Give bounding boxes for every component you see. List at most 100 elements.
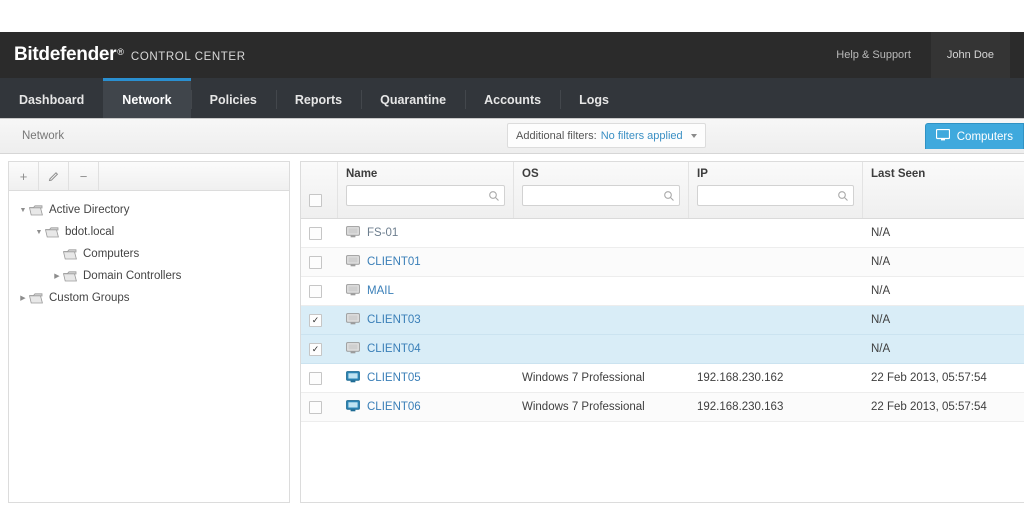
folder-icon xyxy=(63,270,77,282)
pencil-icon xyxy=(48,171,59,181)
remove-group-button[interactable]: − xyxy=(69,162,99,190)
tab-quarantine[interactable]: Quarantine xyxy=(361,78,465,118)
row-name-cell: CLIENT05 xyxy=(338,364,514,392)
endpoint-link[interactable]: CLIENT03 xyxy=(367,314,421,326)
tree-node-active-directory[interactable]: ▼ Active Directory xyxy=(9,199,289,221)
row-checkbox[interactable] xyxy=(309,371,322,385)
table-row[interactable]: CLIENT06 Windows 7 Professional 192.168.… xyxy=(301,393,1024,422)
monitor-offline-icon xyxy=(346,312,360,328)
row-checkbox-cell xyxy=(301,277,338,305)
tree-node-domain-controllers[interactable]: ▶ Domain Controllers xyxy=(9,265,289,287)
table-row[interactable]: CLIENT01 N/A xyxy=(301,248,1024,277)
chevron-down-icon[interactable]: ▼ xyxy=(17,207,29,214)
table-row[interactable]: ✓ CLIENT04 N/A xyxy=(301,335,1024,364)
monitor-offline-icon xyxy=(346,254,360,270)
registered-mark-icon: ® xyxy=(117,47,124,57)
row-ip-cell xyxy=(689,335,863,363)
table-row[interactable]: ✓ CLIENT03 N/A xyxy=(301,306,1024,335)
row-checkbox-cell: ✓ xyxy=(301,335,338,363)
chevron-right-icon[interactable]: ▶ xyxy=(51,272,63,280)
table-row[interactable]: CLIENT05 Windows 7 Professional 192.168.… xyxy=(301,364,1024,393)
computers-view-label: Computers xyxy=(956,130,1013,143)
endpoint-link[interactable]: FS-01 xyxy=(367,227,398,239)
row-checkbox-cell xyxy=(301,364,338,392)
tab-network[interactable]: Network xyxy=(103,78,191,118)
header-name: Name xyxy=(338,162,514,218)
control-center-window: Bitdefender ® CONTROL CENTER Help & Supp… xyxy=(0,0,1024,512)
tree-node-custom-groups[interactable]: ▶ Custom Groups xyxy=(9,287,289,309)
tab-policies[interactable]: Policies xyxy=(190,78,276,118)
row-checkbox[interactable] xyxy=(309,226,322,240)
logo-wordmark: Bitdefender xyxy=(14,44,117,65)
row-checkbox-cell: ✓ xyxy=(301,306,338,334)
row-last-seen-cell: N/A xyxy=(871,314,891,326)
header-actions: Help & Support John Doe xyxy=(820,32,1010,78)
folder-icon xyxy=(63,248,77,260)
header-os: OS xyxy=(514,162,689,218)
name-search-wrap xyxy=(346,185,505,206)
row-checkbox[interactable]: ✓ xyxy=(309,342,322,356)
tree-node-bdot-local[interactable]: ▼ bdot.local xyxy=(9,221,289,243)
tab-reports[interactable]: Reports xyxy=(275,78,361,118)
tree-node-label: Computers xyxy=(83,248,140,260)
search-icon[interactable] xyxy=(488,189,500,207)
tab-logs[interactable]: Logs xyxy=(560,78,628,118)
column-label-os: OS xyxy=(522,168,539,180)
row-os-cell xyxy=(514,219,689,247)
row-last-seen-cell: 22 Feb 2013, 05:57:54 xyxy=(871,401,987,413)
folder-icon xyxy=(45,226,59,238)
row-ip-cell: 192.168.230.162 xyxy=(697,372,784,384)
row-checkbox[interactable] xyxy=(309,255,322,269)
search-icon[interactable] xyxy=(663,189,675,207)
row-name-cell: FS-01 xyxy=(338,219,514,247)
select-all-checkbox[interactable] xyxy=(309,194,322,207)
table-row[interactable]: FS-01 N/A xyxy=(301,219,1024,248)
table-body: FS-01 N/A CLIENT01 N/A MAIL N/A ✓ CLIENT… xyxy=(301,219,1024,502)
tree-node-label: bdot.local xyxy=(65,226,115,238)
edit-group-button[interactable] xyxy=(39,162,69,190)
column-label-ip: IP xyxy=(697,168,708,180)
row-ip-cell xyxy=(689,306,863,334)
add-group-button[interactable]: + xyxy=(9,162,39,190)
search-icon[interactable] xyxy=(837,189,849,207)
chevron-right-icon[interactable]: ▶ xyxy=(17,294,29,302)
row-name-cell: CLIENT03 xyxy=(338,306,514,334)
row-checkbox-cell xyxy=(301,248,338,276)
tab-accounts[interactable]: Accounts xyxy=(465,78,560,118)
top-blank-strip xyxy=(0,0,1024,32)
computers-view-button[interactable]: Computers xyxy=(924,123,1024,149)
header-ip: IP xyxy=(689,162,863,218)
chevron-down-icon[interactable]: ▼ xyxy=(33,229,45,236)
tab-dashboard[interactable]: Dashboard xyxy=(0,78,103,118)
tree-node-computers[interactable]: Computers xyxy=(9,243,289,265)
bitdefender-logo: Bitdefender ® CONTROL CENTER xyxy=(14,44,246,66)
additional-filters-dropdown[interactable]: Additional filters: No filters applied xyxy=(507,123,706,148)
row-name-cell: CLIENT06 xyxy=(338,393,514,421)
user-menu[interactable]: John Doe xyxy=(930,32,1010,78)
ip-search-input[interactable] xyxy=(698,189,853,202)
os-search-wrap xyxy=(522,185,680,206)
row-checkbox[interactable]: ✓ xyxy=(309,313,322,327)
content-area: + − ▼ Active Directory ▼ bdot.local Comp… xyxy=(0,154,1024,503)
header-select-all-cell xyxy=(301,162,338,218)
monitor-offline-icon xyxy=(346,341,360,357)
help-support-link[interactable]: Help & Support xyxy=(820,32,927,78)
name-search-input[interactable] xyxy=(347,189,504,202)
tree-node-label: Domain Controllers xyxy=(83,270,182,282)
os-search-input[interactable] xyxy=(523,189,679,202)
row-checkbox[interactable] xyxy=(309,284,322,298)
row-name-cell: MAIL xyxy=(338,277,514,305)
tree-node-label: Custom Groups xyxy=(49,292,130,304)
endpoint-link[interactable]: CLIENT05 xyxy=(367,372,421,384)
tree-node-label: Active Directory xyxy=(49,204,130,216)
endpoint-link[interactable]: CLIENT04 xyxy=(367,343,421,355)
monitor-offline-icon xyxy=(346,225,360,241)
endpoint-link[interactable]: MAIL xyxy=(367,285,394,297)
row-checkbox[interactable] xyxy=(309,400,322,414)
row-ip-cell xyxy=(689,277,863,305)
endpoint-link[interactable]: CLIENT01 xyxy=(367,256,421,268)
table-row[interactable]: MAIL N/A xyxy=(301,277,1024,306)
brand-header: Bitdefender ® CONTROL CENTER Help & Supp… xyxy=(0,32,1024,78)
endpoint-link[interactable]: CLIENT06 xyxy=(367,401,421,413)
folder-icon xyxy=(29,292,43,304)
